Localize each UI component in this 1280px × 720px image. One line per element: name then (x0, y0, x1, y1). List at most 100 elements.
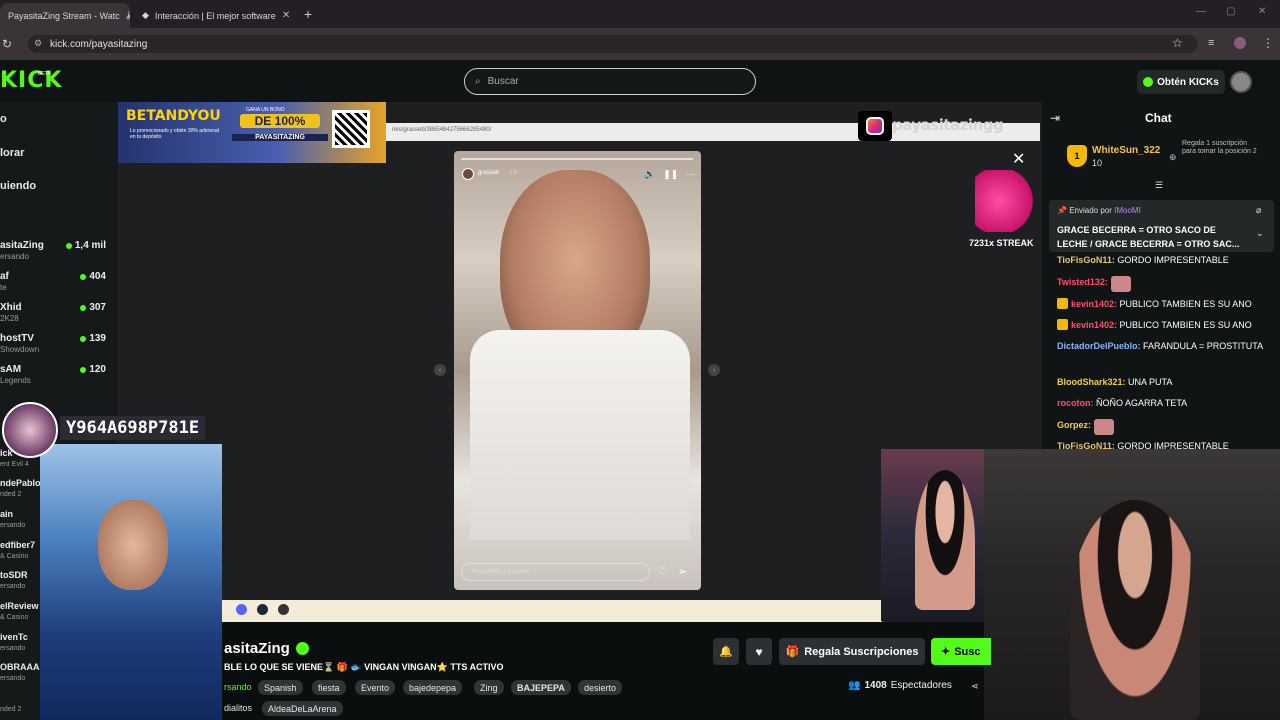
top-gifter-count: 10 (1092, 158, 1103, 168)
leaderboard-toggle-icon[interactable]: ☰ (1155, 180, 1163, 191)
reload-icon[interactable]: ↻ (2, 37, 12, 51)
sidebar-nav-following[interactable]: uiendo (0, 180, 36, 192)
sidebar-channel-name[interactable]: elReview (0, 601, 39, 611)
tag-chip[interactable]: desierto (578, 680, 623, 695)
sidebar-nav-home[interactable]: o (0, 113, 7, 125)
top-gifter-name[interactable]: WhiteSun_322 (1092, 145, 1160, 156)
chat-username[interactable]: TioFisGoN11: (1057, 255, 1115, 265)
chat-message: kevin1402: PUBLICO TAMBIEN ES SU ANO (1057, 298, 1275, 310)
tag-chip[interactable]: BAJEPEPA (511, 680, 571, 695)
subscribe-label: Susc (954, 645, 981, 658)
sidebar-nav-explore[interactable]: lorar (0, 147, 24, 159)
pinned-text: GRACE BECERRA = OTRO SACO DE LECHE / GRA… (1057, 223, 1257, 251)
webcam-person (1070, 500, 1200, 720)
chat-message: rocoton: ÑOÑO AGARRA TETA (1057, 397, 1275, 409)
channel-viewers: 404 (80, 271, 106, 282)
chat-username[interactable]: kevin1402: (1071, 320, 1117, 330)
close-tab-icon[interactable]: ✕ (282, 10, 290, 21)
tag-chip[interactable]: fiesta (312, 680, 346, 695)
chat-message: DictadorDelPueblo: FARANDULA = PROSTITUT… (1057, 340, 1275, 352)
channel-viewers: 120 (80, 364, 106, 375)
tag-chip[interactable]: Spanish (258, 680, 303, 695)
viewers-number: 1408 (864, 680, 887, 691)
chat-username[interactable]: BloodShark321: (1057, 377, 1126, 387)
sidebar-channel[interactable]: Xhid 2K28 307 (0, 302, 112, 332)
get-kicks-button[interactable]: Obtén KICKs (1137, 70, 1225, 94)
qr-code (332, 110, 370, 148)
url-field[interactable]: kick.com/payasitazing (28, 35, 1198, 53)
sidebar-channel-name[interactable]: edfiber7 (0, 540, 35, 550)
mute-icon: 🔈 (644, 169, 656, 179)
gift-prompt[interactable]: Regala 1 suscripción para tomar la posic… (1182, 140, 1257, 156)
chat-text: GORDO IMPRESENTABLE (1114, 441, 1229, 451)
story-user: grasseb (478, 170, 500, 176)
follow-button[interactable]: ♥ (746, 638, 772, 665)
tag-chip[interactable]: Evento (355, 680, 396, 695)
reading-list-icon[interactable]: ≡ (1208, 37, 1214, 49)
chat-username[interactable]: Twisted132: (1057, 277, 1108, 287)
kicks-label: Obtén KICKs (1157, 76, 1219, 88)
subscribe-button[interactable]: ✦ Susc (931, 638, 991, 665)
tag-chip[interactable]: AldeaDeLaArena (262, 701, 343, 716)
sidebar-channel-name[interactable]: toSDR (0, 570, 28, 580)
minimize-icon[interactable]: — (1196, 6, 1206, 17)
tag-chip[interactable]: bajedepepa (403, 680, 463, 695)
tab-favicon-icon: ◆ (142, 10, 149, 20)
site-info-icon[interactable]: ⚙ (34, 38, 42, 49)
channel-name: asitaZing (224, 640, 290, 657)
top-gifter-badge: 1 (1067, 145, 1087, 167)
close-window-icon[interactable]: ✕ (1258, 6, 1266, 17)
notification-bell-button[interactable]: 🔔 (713, 638, 739, 665)
story-avatar (462, 168, 474, 180)
sidebar-channel[interactable]: asitaZing ersando 1,4 mil (0, 240, 112, 270)
kick-logo[interactable]: KICK (0, 68, 62, 93)
sidebar-channel-name[interactable]: ivenTc (0, 632, 28, 642)
browser-menu-icon[interactable]: ⋮ (1262, 36, 1274, 50)
new-tab-button[interactable]: + (304, 6, 312, 22)
sidebar-channel-category: nded 2 (0, 706, 22, 713)
ad-subtext: Lo promocionado y obtén 30% adicional en… (130, 128, 219, 140)
chat-title: Chat (1145, 111, 1172, 125)
story-reply-field: Responder a grasseb... (461, 563, 650, 581)
search-placeholder: Buscar (487, 76, 519, 87)
browser-tab-kick[interactable]: PayasitaZing Stream - Watc 🔊 ✕ (0, 3, 130, 28)
user-avatar[interactable] (1230, 71, 1252, 93)
search-input[interactable]: ⌕ Buscar (464, 68, 756, 95)
chat-username[interactable]: kevin1402: (1071, 299, 1117, 309)
channel-viewers: 1,4 mil (66, 240, 106, 251)
sidebar-channel-name[interactable]: ndePablo (0, 478, 41, 488)
unpin-icon[interactable]: ⌀ (1256, 205, 1261, 216)
sidebar-channel-name[interactable]: ain (0, 509, 13, 519)
chat-username[interactable]: TioFisGoN11: (1057, 441, 1115, 451)
overlay-avatar (2, 402, 58, 458)
tag-chip[interactable]: dialitos (224, 703, 252, 713)
search-icon: ⌕ (475, 76, 481, 87)
channel-name: af (0, 271, 9, 282)
maximize-icon[interactable]: ▢ (1226, 6, 1235, 17)
sidebar-channel[interactable]: af te 404 (0, 271, 112, 301)
sidebar-channel[interactable]: sAM Legends 120 (0, 364, 112, 394)
channel-title[interactable]: asitaZing (224, 640, 309, 657)
chat-username[interactable]: rocoton: (1057, 398, 1094, 408)
chat-username[interactable]: DictadorDelPueblo: (1057, 341, 1141, 351)
chevron-down-icon[interactable]: ⌄ (1256, 228, 1264, 239)
sidebar-channel-category: ersando (0, 583, 26, 590)
more-icon: ⋯ (686, 169, 696, 179)
gift-subs-button[interactable]: 🎁 Regala Suscripciones (779, 638, 925, 665)
sidebar-channel-name[interactable]: OBRAAA (0, 662, 40, 672)
sidebar-channel[interactable]: hostTV Showdown 139 (0, 333, 112, 363)
heart-icon: ♥ (755, 644, 763, 659)
collapse-chat-icon[interactable]: ⇥ (1050, 111, 1060, 125)
bookmark-star-icon[interactable]: ☆ (1172, 36, 1183, 50)
chat-text: FARANDULA = PROSTITUTA (1140, 341, 1264, 351)
chat-username[interactable]: Gorpez: (1057, 420, 1091, 430)
discord-icon (236, 604, 247, 615)
story-prev-icon: ‹ (434, 364, 446, 376)
stream-category[interactable]: rsando (224, 682, 252, 692)
profile-icon[interactable] (1234, 37, 1246, 49)
share-icon[interactable]: ⋖ (971, 681, 979, 692)
browser-tab-interaccion[interactable]: ◆ Interacción | El mejor software ✕ (134, 3, 294, 28)
tag-chip[interactable]: Zing (474, 680, 504, 695)
sidebar-channel-category: & Casino (0, 614, 29, 621)
streak-counter: 7231x STREAK (969, 238, 1034, 248)
